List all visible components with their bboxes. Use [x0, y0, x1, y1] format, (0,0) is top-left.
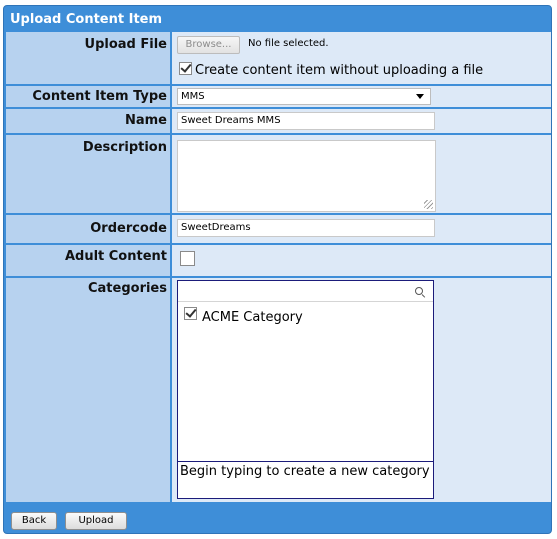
- name-label: Name: [124, 113, 167, 128]
- resize-grip-icon[interactable]: [424, 200, 433, 209]
- adult-content-row: Adult Content: [6, 245, 551, 276]
- content-item-type-row: Content Item Type MMS: [6, 86, 551, 107]
- categories-label: Categories: [87, 281, 167, 296]
- back-button[interactable]: Back: [11, 512, 57, 530]
- ordercode-input[interactable]: SweetDreams: [177, 219, 435, 237]
- panel-title: Upload Content Item: [10, 12, 163, 27]
- name-row: Name Sweet Dreams MMS: [6, 109, 551, 133]
- browse-button[interactable]: Browse...: [177, 36, 240, 54]
- content-item-type-select[interactable]: MMS: [177, 88, 431, 105]
- category-label-acme: ACME Category: [202, 310, 303, 325]
- categories-row: Categories ACME Category Begin typing to…: [6, 278, 551, 502]
- adult-content-checkbox[interactable]: [180, 251, 195, 266]
- ordercode-label: Ordercode: [90, 221, 167, 236]
- category-search-input[interactable]: [178, 281, 433, 302]
- ordercode-row: Ordercode SweetDreams: [6, 215, 551, 243]
- upload-file-row: Upload File Browse... No file selected. …: [6, 32, 551, 84]
- adult-content-label: Adult Content: [64, 249, 167, 264]
- create-without-upload-checkbox[interactable]: [179, 62, 192, 75]
- search-icon: [415, 287, 423, 295]
- categories-box: ACME Category Begin typing to create a n…: [177, 280, 434, 499]
- name-input[interactable]: Sweet Dreams MMS: [177, 112, 435, 130]
- content-item-type-label: Content Item Type: [32, 89, 167, 104]
- upload-button[interactable]: Upload: [65, 512, 127, 530]
- upload-content-item-panel: Upload Content Item Upload File Browse..…: [3, 5, 552, 534]
- chevron-down-icon: [416, 94, 424, 99]
- description-label: Description: [82, 140, 167, 155]
- category-checkbox-acme[interactable]: [184, 307, 197, 320]
- create-without-upload-label: Create content item without uploading a …: [195, 63, 484, 78]
- description-textarea[interactable]: [177, 140, 436, 212]
- upload-file-label: Upload File: [84, 37, 167, 52]
- button-bar: Back Upload: [6, 509, 551, 533]
- category-hint: Begin typing to create a new category: [178, 461, 433, 498]
- file-status-text: No file selected.: [248, 38, 329, 49]
- content-item-type-value: MMS: [181, 91, 205, 102]
- description-row: Description: [6, 135, 551, 213]
